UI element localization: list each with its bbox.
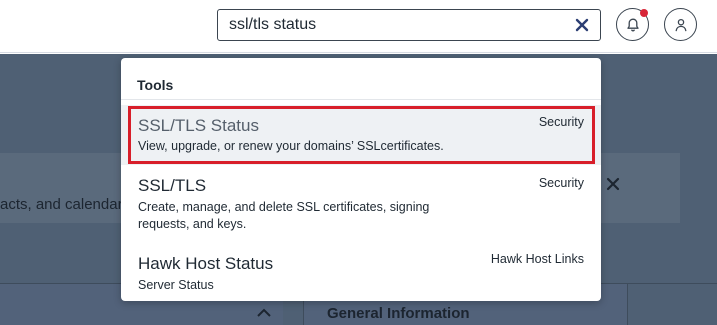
result-item-ssl-tls[interactable]: SSL/TLS Create, manage, and delete SSL c… [121,170,601,242]
background-card-text: acts, and calendars [0,196,131,213]
close-icon [606,177,620,191]
bell-icon [627,18,639,32]
result-description: Server Status [138,278,214,292]
result-item-hawk-host-status[interactable]: Hawk Host Status Server Status Hawk Host… [121,248,601,301]
account-button[interactable] [664,8,697,41]
result-title: SSL/TLS [138,176,207,195]
section-title: Tools [137,77,174,93]
chevron-up-icon [257,308,271,317]
result-category: Hawk Host Links [490,252,584,266]
close-icon[interactable] [575,18,589,32]
result-title: SSL/TLS Status [138,116,259,135]
search-results-dropdown: Tools SSL/TLS Status View, upgrade, or r… [121,58,601,301]
result-category: Security [538,176,584,190]
search-box[interactable] [217,9,601,41]
result-category: Security [538,115,584,129]
panel-title: General Information [327,305,470,322]
notification-badge [640,9,648,17]
result-title: Hawk Host Status [138,254,274,273]
result-description: View, upgrade, or renew your domains’ SS… [138,139,444,153]
top-bar [0,0,717,53]
result-item-ssl-tls-status[interactable]: SSL/TLS Status View, upgrade, or renew y… [121,105,601,165]
user-icon [675,18,687,32]
results-section-header: Tools [121,58,601,100]
search-input[interactable] [218,10,558,40]
result-description: Create, manage, and delete SSL certifica… [138,200,430,231]
